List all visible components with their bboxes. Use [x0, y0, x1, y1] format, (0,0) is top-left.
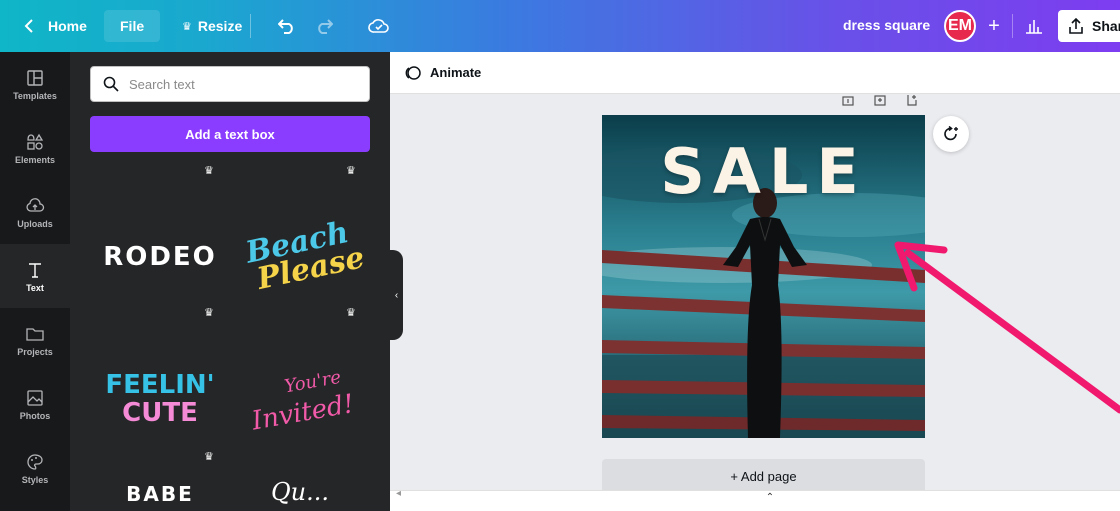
file-label: File	[120, 18, 145, 34]
crown-icon: ♛	[204, 165, 214, 177]
add-page-button[interactable]: + Add page	[602, 459, 925, 493]
crown-icon: ♛	[346, 307, 356, 319]
template-text: FEELIN' CUTE	[105, 371, 214, 427]
rail-label: Elements	[14, 154, 56, 165]
template-line: CUTE	[122, 398, 198, 428]
animate-label: Animate	[430, 65, 482, 80]
lock-page-button[interactable]	[841, 94, 855, 106]
text-template-youre-invited[interactable]: You're Invited!	[230, 339, 370, 459]
undo-icon	[278, 19, 293, 34]
crown-icon: ♛	[204, 307, 214, 319]
rail-label: Templates	[13, 90, 57, 101]
text-panel: Add a text box ♛ ♛ RODEO Beach Please ♛ …	[70, 52, 390, 511]
text-template-beach-please[interactable]: Beach Please	[230, 197, 370, 317]
divider	[250, 14, 251, 38]
duplicate-icon	[874, 95, 886, 106]
rail-item-text[interactable]: Text	[0, 244, 70, 308]
template-text: RODEO	[103, 242, 217, 272]
rail-item-photos[interactable]: Photos	[0, 372, 70, 436]
crown-icon: ♛	[346, 165, 356, 177]
scroll-left-icon[interactable]: ◂	[396, 488, 401, 499]
share-upload-icon	[1069, 18, 1083, 34]
top-bar: Home File ♛ Resize dress square EM + Sha…	[0, 0, 1120, 52]
rail-item-projects[interactable]: Projects	[0, 308, 70, 372]
home-button[interactable]: Home	[0, 0, 97, 52]
template-text: You're Invited!	[244, 362, 356, 437]
add-page-top-button[interactable]	[905, 94, 919, 106]
chevron-left-icon	[24, 19, 33, 33]
chevron-left-icon: ‹	[394, 289, 399, 301]
file-menu-button[interactable]: File	[104, 10, 161, 42]
rail-item-templates[interactable]: Templates	[0, 52, 70, 116]
redo-button[interactable]	[305, 0, 343, 52]
text-template-feelin-cute[interactable]: FEELIN' CUTE	[90, 339, 230, 459]
share-button[interactable]: Share	[1058, 10, 1120, 42]
avatar[interactable]: EM	[944, 10, 976, 42]
template-text: Beach Please	[233, 215, 367, 298]
rail-label: Uploads	[17, 218, 53, 229]
rail-item-elements[interactable]: Elements	[0, 116, 70, 180]
collapse-panel-button[interactable]: ‹	[390, 250, 403, 340]
divider	[1012, 14, 1013, 38]
elements-icon	[27, 133, 44, 150]
text-icon	[29, 262, 41, 278]
add-text-box-button[interactable]: Add a text box	[90, 116, 370, 152]
search-icon	[103, 76, 119, 92]
template-line: FEELIN'	[105, 370, 215, 400]
folder-icon	[26, 327, 44, 341]
animate-icon	[405, 65, 421, 80]
palette-icon	[27, 453, 43, 470]
editor-toolbar: Animate	[390, 52, 1120, 94]
show-pages-toggle[interactable]: ⌃	[740, 492, 800, 511]
page-tools	[841, 94, 919, 106]
insights-button[interactable]	[1018, 10, 1050, 42]
rail-label: Projects	[17, 346, 53, 357]
crown-icon: ♛	[204, 451, 214, 463]
redo-icon	[318, 19, 333, 34]
rail-label: Photos	[19, 410, 51, 421]
rail-label: Styles	[21, 474, 49, 485]
save-status-button[interactable]	[358, 0, 400, 52]
text-template-rodeo[interactable]: RODEO	[90, 197, 230, 317]
design-canvas[interactable]: SALE	[602, 115, 925, 438]
chevron-up-icon: ⌃	[765, 492, 775, 503]
resize-button[interactable]: ♛ Resize	[172, 0, 252, 52]
undo-button[interactable]	[268, 0, 306, 52]
resize-label: Resize	[197, 18, 243, 34]
refresh-sparkle-icon	[944, 125, 958, 141]
plus-icon: +	[988, 14, 1000, 37]
rail-item-uploads[interactable]: Uploads	[0, 180, 70, 244]
add-page-icon	[907, 95, 917, 106]
template-text: Qu...	[270, 478, 330, 506]
magic-refresh-button[interactable]	[933, 116, 969, 152]
text-template-babe[interactable]: BABE	[90, 482, 230, 511]
cloud-check-icon	[368, 19, 389, 33]
add-collaborator-button[interactable]: +	[978, 10, 1010, 42]
left-rail: Templates Elements Uploads Text Projects…	[0, 52, 70, 511]
animate-button[interactable]: Animate	[404, 64, 481, 82]
home-label: Home	[48, 18, 87, 34]
rail-label: Text	[26, 282, 44, 293]
search-input[interactable]	[129, 76, 349, 92]
photos-icon	[27, 389, 43, 406]
text-template-script[interactable]: Qu...	[230, 478, 370, 511]
uploads-icon	[26, 197, 45, 212]
crown-icon: ♛	[182, 20, 192, 33]
bar-chart-icon	[1026, 20, 1042, 34]
template-text: BABE	[126, 482, 194, 506]
canvas-sale-text[interactable]: SALE	[602, 135, 925, 208]
lock-icon	[842, 96, 854, 106]
document-title[interactable]: dress square	[843, 17, 930, 33]
rail-item-styles[interactable]: Styles	[0, 436, 70, 500]
templates-icon	[27, 69, 43, 86]
share-label: Share	[1092, 18, 1120, 34]
duplicate-page-button[interactable]	[873, 94, 887, 106]
search-box[interactable]	[90, 66, 370, 102]
